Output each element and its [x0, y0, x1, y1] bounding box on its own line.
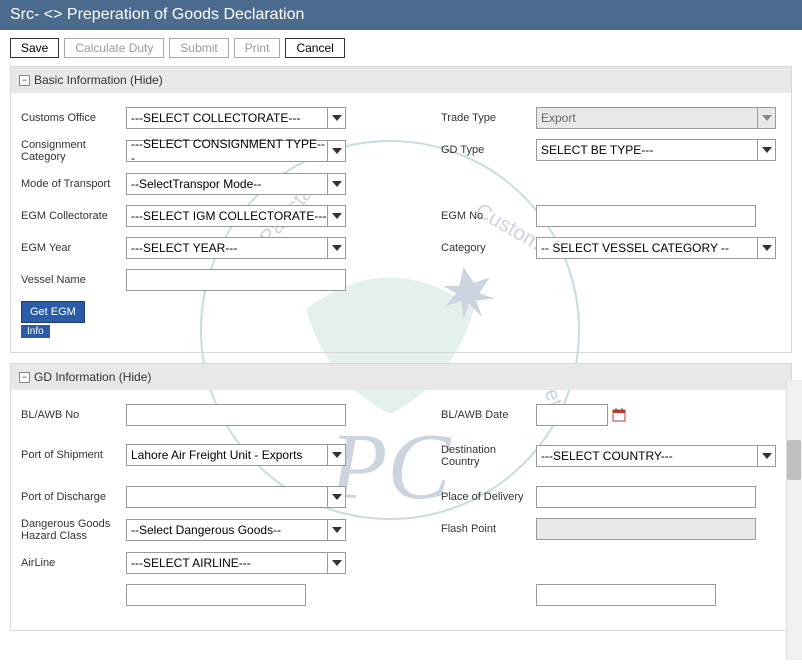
place-delivery-label: Place of Delivery [441, 491, 536, 503]
egm-year-label: EGM Year [21, 242, 126, 254]
egm-collectorate-select[interactable]: ---SELECT IGM COLLECTORATE--- [126, 205, 346, 227]
category-label: Category [441, 242, 536, 254]
window-title: Src- <> Preperation of Goods Declaration [0, 0, 802, 30]
airline-select[interactable]: ---SELECT AIRLINE--- [126, 552, 346, 574]
cutoff-input-right[interactable] [536, 584, 716, 606]
vessel-name-label: Vessel Name [21, 274, 126, 286]
destination-label: Destination Country [441, 444, 536, 468]
place-delivery-input[interactable] [536, 486, 756, 508]
category-select[interactable]: -- SELECT VESSEL CATEGORY -- [536, 237, 776, 259]
calendar-icon[interactable] [612, 408, 626, 422]
scrollbar-track[interactable] [786, 380, 802, 660]
consignment-label: Consignment Category [21, 139, 126, 163]
chevron-down-icon [757, 140, 775, 160]
get-egm-button[interactable]: Get EGM [21, 301, 85, 323]
scrollbar-thumb[interactable] [787, 440, 801, 480]
info-tag: Info [21, 325, 50, 338]
submit-button: Submit [169, 38, 228, 58]
egm-no-label: EGM No [441, 210, 536, 222]
port-shipment-select[interactable]: Lahore Air Freight Unit - Exports [126, 444, 346, 466]
chevron-down-icon [327, 238, 345, 258]
flash-point-input [536, 518, 756, 540]
print-button: Print [234, 38, 281, 58]
gd-type-select[interactable]: SELECT BE TYPE--- [536, 139, 776, 161]
gd-type-label: GD Type [441, 144, 536, 156]
chevron-down-icon [757, 446, 775, 466]
gd-info-panel: − GD Information (Hide) BL/AWB No BL/AWB… [10, 363, 792, 631]
trade-type-label: Trade Type [441, 112, 536, 124]
destination-select[interactable]: ---SELECT COUNTRY--- [536, 445, 776, 467]
cutoff-input-left[interactable] [126, 584, 306, 606]
toolbar: Save Calculate Duty Submit Print Cancel [0, 30, 802, 66]
customs-office-select[interactable]: ---SELECT COLLECTORATE--- [126, 107, 346, 129]
basic-info-panel: − Basic Information (Hide) Customs Offic… [10, 66, 792, 353]
gd-info-title: GD Information (Hide) [34, 370, 151, 384]
consignment-select[interactable]: ---SELECT CONSIGNMENT TYPE--- [126, 140, 346, 162]
egm-collectorate-label: EGM Collectorate [21, 210, 126, 222]
egm-year-select[interactable]: ---SELECT YEAR--- [126, 237, 346, 259]
port-discharge-select[interactable] [126, 486, 346, 508]
chevron-down-icon [327, 520, 345, 540]
blawb-date-label: BL/AWB Date [441, 409, 536, 421]
chevron-down-icon [327, 174, 345, 194]
chevron-down-icon [327, 445, 345, 465]
egm-no-input[interactable] [536, 205, 756, 227]
chevron-down-icon [327, 487, 345, 507]
hazard-class-select[interactable]: --Select Dangerous Goods-- [126, 519, 346, 541]
blawb-no-label: BL/AWB No [21, 409, 126, 421]
save-button[interactable]: Save [10, 38, 59, 58]
port-discharge-label: Port of Discharge [21, 491, 126, 503]
airline-label: AirLine [21, 557, 126, 569]
basic-info-header[interactable]: − Basic Information (Hide) [11, 67, 791, 93]
flash-point-label: Flash Point [441, 523, 536, 535]
hazard-class-label: Dangerous Goods Hazard Class [21, 518, 126, 542]
cancel-button[interactable]: Cancel [285, 38, 344, 58]
blawb-date-input[interactable] [536, 404, 608, 426]
mode-transport-select[interactable]: --SelectTranspor Mode-- [126, 173, 346, 195]
collapse-icon[interactable]: − [19, 75, 30, 86]
mode-transport-label: Mode of Transport [21, 178, 126, 190]
gd-info-header[interactable]: − GD Information (Hide) [11, 364, 791, 390]
customs-office-label: Customs Office [21, 112, 126, 124]
chevron-down-icon [757, 108, 775, 128]
collapse-icon[interactable]: − [19, 372, 30, 383]
chevron-down-icon [327, 141, 345, 161]
trade-type-select: Export [536, 107, 776, 129]
chevron-down-icon [327, 108, 345, 128]
calculate-duty-button: Calculate Duty [64, 38, 164, 58]
blawb-no-input[interactable] [126, 404, 346, 426]
port-shipment-label: Port of Shipment [21, 449, 126, 461]
basic-info-title: Basic Information (Hide) [34, 73, 163, 87]
chevron-down-icon [757, 238, 775, 258]
vessel-name-input[interactable] [126, 269, 346, 291]
chevron-down-icon [327, 206, 345, 226]
chevron-down-icon [327, 553, 345, 573]
